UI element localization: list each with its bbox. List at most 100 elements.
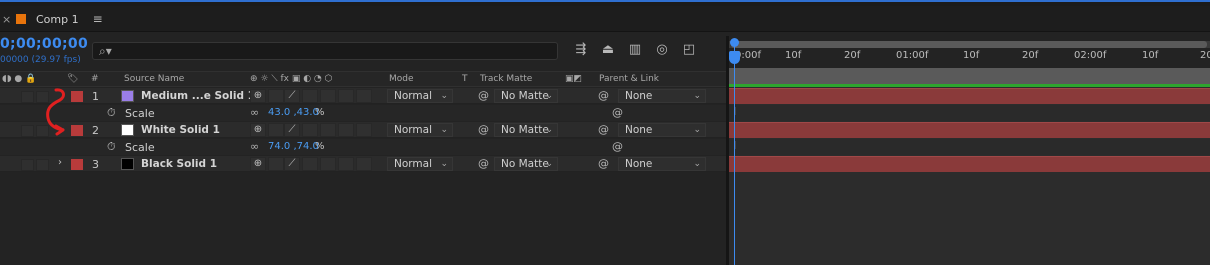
track-matte-dropdown[interactable]: No Matte ⌄	[494, 123, 558, 137]
chevron-down-icon: ⌄	[440, 159, 448, 169]
ruler-tick-label: 02:00f	[1074, 50, 1107, 61]
shy-switch[interactable]: ⊕	[250, 157, 266, 171]
layer-list-empty-area[interactable]	[0, 175, 726, 265]
search-input[interactable]: ⌕▾	[92, 42, 558, 60]
frame-blend-switch[interactable]	[320, 123, 336, 137]
collapse-switch[interactable]	[268, 157, 284, 171]
property-row-scale[interactable]: ⏱ Scale ∞ 74.0 ,74.0 % @	[0, 139, 726, 155]
solo-switch[interactable]	[21, 159, 34, 171]
effect-switch[interactable]	[302, 89, 318, 103]
shy-switch[interactable]: ⊕	[250, 123, 266, 137]
layer-row[interactable]: ⌄ 2 White Solid 1 ⊕ ⟋ Normal ⌄ @ No Matte…	[0, 122, 726, 138]
time-ruler[interactable]: 0:00f 10f 20f 01:00f 10f 20f 02:00f 10f …	[729, 36, 1210, 68]
matte-pickwhip-icon[interactable]: @	[478, 157, 489, 170]
frame-blend-switch[interactable]	[320, 157, 336, 171]
expression-pickwhip-icon[interactable]: @	[612, 140, 623, 153]
quality-switch[interactable]: ⟋	[284, 123, 300, 137]
current-time-indicator-head[interactable]	[729, 51, 740, 64]
column-track-matte[interactable]: Track Matte	[480, 74, 532, 84]
label-color[interactable]	[71, 125, 83, 136]
parent-dropdown[interactable]: None ⌄	[618, 157, 706, 171]
shy-switch[interactable]: ⊕	[250, 89, 266, 103]
property-row-scale[interactable]: ⏱ Scale ∞ 43.0 ,43.0 % @	[0, 105, 726, 121]
matte-pickwhip-icon[interactable]: @	[478, 123, 489, 136]
current-time-indicator-line[interactable]	[734, 44, 735, 265]
parent-pickwhip-icon[interactable]: @	[598, 157, 609, 170]
layer-number: 2	[92, 124, 99, 137]
layer-row[interactable]: › 3 Black Solid 1 ⊕ ⟋ Normal ⌄ @ No Matte…	[0, 156, 726, 172]
stopwatch-icon[interactable]: ⏱	[107, 106, 116, 120]
adjustment-switch[interactable]	[356, 89, 372, 103]
solo-switch[interactable]	[21, 125, 34, 137]
matte-pickwhip-icon[interactable]: @	[478, 89, 489, 102]
motion-blur-switch[interactable]	[338, 89, 354, 103]
parent-pickwhip-icon[interactable]: @	[598, 123, 609, 136]
effect-switch[interactable]	[302, 123, 318, 137]
layer-color-swatch	[121, 158, 134, 170]
layer-name[interactable]: Medium ...e Solid 1	[141, 90, 255, 102]
solo-switch[interactable]	[21, 91, 34, 103]
column-source-name[interactable]: Source Name	[124, 74, 184, 84]
motion-blur-icon[interactable]: ◎	[653, 42, 671, 57]
mode-dropdown[interactable]: Normal ⌄	[387, 157, 453, 171]
current-time-display[interactable]: 0;00;00;00	[0, 36, 88, 52]
label-color[interactable]	[71, 159, 83, 170]
parent-value: None	[625, 124, 653, 136]
work-area-start-handle[interactable]	[730, 38, 739, 47]
timeline-graph[interactable]: 0:00f 10f 20f 01:00f 10f 20f 02:00f 10f …	[729, 36, 1210, 265]
parent-pickwhip-icon[interactable]: @	[598, 89, 609, 102]
panel-menu-icon[interactable]: ≡	[93, 12, 103, 26]
composition-flowchart-icon[interactable]: ⇶	[572, 42, 590, 57]
ruler-tick-label: 10f	[1142, 50, 1159, 61]
mode-dropdown[interactable]: Normal ⌄	[387, 89, 453, 103]
track-matte-dropdown[interactable]: No Matte ⌄	[494, 157, 558, 171]
label-color[interactable]	[71, 91, 83, 102]
column-parent-link[interactable]: Parent & Link	[599, 74, 659, 84]
motion-blur-switch[interactable]	[338, 123, 354, 137]
adjustment-switch[interactable]	[356, 157, 372, 171]
property-name: Scale	[125, 141, 155, 154]
time-navigator[interactable]	[729, 41, 1210, 48]
search-icon[interactable]: ⌕▾	[99, 44, 112, 59]
close-tab-icon[interactable]: ×	[2, 13, 12, 26]
quality-switch[interactable]: ⟋	[284, 89, 300, 103]
layer-name[interactable]: White Solid 1	[141, 124, 220, 136]
layer-column-header: ◖◗ ● 🔒 🏷 # Source Name ⊕ ☼ ⟍ fx ▣ ◐ ◔ ⬡ …	[0, 71, 726, 87]
draft-3d-icon[interactable]: ⏏	[599, 42, 617, 57]
stopwatch-icon[interactable]: ⏱	[107, 140, 116, 154]
mode-dropdown[interactable]: Normal ⌄	[387, 123, 453, 137]
collapse-switch[interactable]	[268, 89, 284, 103]
layer-duration-bar[interactable]	[729, 156, 1210, 172]
frame-blend-switch[interactable]	[320, 89, 336, 103]
adjustment-switch[interactable]	[356, 123, 372, 137]
layer-duration-bar[interactable]	[729, 122, 1210, 138]
column-switches: ⊕ ☼ ⟍ fx ▣ ◐ ◔ ⬡	[250, 74, 333, 84]
property-value[interactable]: 43.0 ,43.0	[268, 107, 319, 118]
effect-switch[interactable]	[302, 157, 318, 171]
parent-dropdown[interactable]: None ⌄	[618, 89, 706, 103]
constrain-proportions-icon[interactable]: ∞	[250, 140, 259, 153]
column-mode[interactable]: Mode	[389, 74, 414, 84]
collapse-switch[interactable]	[268, 123, 284, 137]
frame-blending-icon[interactable]: ▥	[626, 42, 644, 57]
layer-duration-bar[interactable]	[729, 88, 1210, 104]
time-navigator-thumb[interactable]	[731, 41, 1207, 48]
layer-row[interactable]: 1 Medium ...e Solid 1 ⊕ ⟋ Normal ⌄ @ No M…	[0, 88, 726, 104]
comp-tab-bar: × Comp 1 ≡	[0, 6, 1210, 32]
expression-pickwhip-icon[interactable]: @	[612, 106, 623, 119]
comp-color-icon	[16, 14, 26, 24]
property-unit: %	[315, 107, 325, 118]
twirl-right-icon[interactable]: ›	[58, 157, 62, 168]
graph-editor-icon[interactable]: ◰	[680, 42, 698, 57]
work-area-bar[interactable]	[729, 68, 1210, 84]
parent-value: None	[625, 158, 653, 170]
motion-blur-switch[interactable]	[338, 157, 354, 171]
constrain-proportions-icon[interactable]: ∞	[250, 106, 259, 119]
parent-dropdown[interactable]: None ⌄	[618, 123, 706, 137]
lock-switch[interactable]	[36, 159, 49, 171]
quality-switch[interactable]: ⟋	[284, 157, 300, 171]
property-value[interactable]: 74.0 ,74.0	[268, 141, 319, 152]
tab-comp-1[interactable]: × Comp 1 ≡	[0, 6, 103, 32]
layer-name[interactable]: Black Solid 1	[141, 158, 217, 170]
track-matte-dropdown[interactable]: No Matte ⌄	[494, 89, 558, 103]
